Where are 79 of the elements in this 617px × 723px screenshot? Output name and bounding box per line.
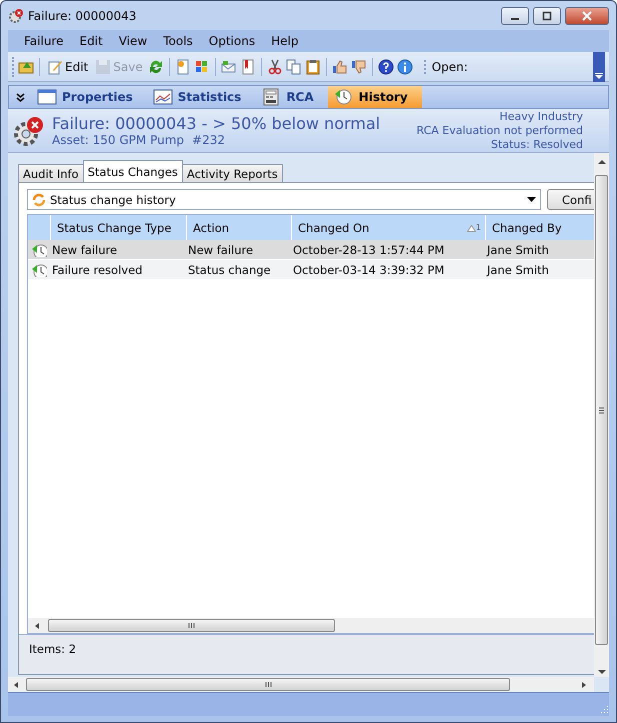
info-text: Status: Resolved — [491, 138, 583, 152]
scroll-thumb[interactable] — [595, 175, 608, 645]
collapse-icon[interactable] — [16, 92, 24, 102]
table-cell-text: Jane Smith — [485, 262, 550, 278]
save-icon — [95, 58, 112, 74]
edit-icon — [47, 58, 63, 74]
calculator-icon — [261, 88, 282, 106]
toolbar-overflow-button[interactable] — [593, 52, 605, 82]
asset-number: #232 — [192, 133, 225, 147]
nav-tab[interactable]: History — [328, 86, 422, 108]
info-icon[interactable] — [396, 58, 413, 74]
scroll-down-icon[interactable] — [596, 667, 606, 677]
menu-item[interactable]: Edit — [71, 34, 111, 48]
table-cell-text: New failure — [187, 242, 254, 258]
close-button[interactable] — [565, 6, 609, 24]
scissors-icon[interactable] — [266, 58, 283, 74]
info-text: Heavy Industry — [499, 110, 583, 124]
table-row[interactable]: Failure resolved Status change October-03-14 3:39:32 PM Jane Smith — [28, 260, 594, 280]
toolbar-button[interactable]: Edit — [45, 58, 90, 74]
table-cell-text: Jane Smith — [485, 242, 550, 258]
table-cell-text: New failure — [51, 242, 118, 258]
menu-item[interactable]: View — [110, 34, 156, 48]
bookmark-icon[interactable] — [240, 58, 256, 74]
table-cell-text: Failure resolved — [51, 262, 144, 278]
tab[interactable]: Audit Info — [18, 164, 84, 182]
asset-label: Asset: 150 GPM Pump — [52, 133, 184, 147]
sort-order: 1 — [476, 223, 481, 232]
dropdown-arrow-icon — [527, 197, 536, 202]
scroll-thumb[interactable] — [48, 619, 335, 632]
table-row[interactable]: New failure New failure October-28-13 1:57:44 PM Jane Smith — [28, 240, 594, 260]
open-label: Open: — [424, 60, 590, 74]
menu-item[interactable]: Options — [200, 34, 264, 48]
failure-title: Failure: 00000043 - > 50% below normal — [52, 114, 382, 133]
maximize-button[interactable] — [533, 6, 561, 24]
document-icon[interactable] — [174, 58, 191, 74]
nav-tab[interactable]: RCA — [255, 86, 328, 108]
minimize-icon — [511, 18, 519, 20]
grip-icon — [188, 622, 195, 629]
thumbs-up-icon[interactable] — [332, 58, 348, 74]
config-button[interactable]: Confi — [547, 189, 594, 210]
info-text: RCA Evaluation not performed — [416, 124, 583, 138]
nav-tab[interactable]: Statistics — [146, 86, 256, 108]
items-count: Items: 2 — [29, 642, 76, 656]
thumbs-down-icon[interactable] — [350, 58, 367, 74]
clock-icon — [31, 242, 47, 256]
clock-icon — [334, 88, 354, 106]
refresh-icon[interactable] — [148, 58, 164, 74]
chart-icon — [152, 88, 173, 106]
dropdown-arrow-icon — [595, 72, 603, 78]
scroll-up-icon[interactable] — [596, 157, 606, 167]
sort-icon — [466, 225, 476, 232]
grip-icon — [264, 681, 272, 688]
tab[interactable]: Activity Reports — [182, 164, 283, 182]
clipboard-icon[interactable] — [304, 58, 321, 74]
window-title: Failure: 00000043 — [28, 8, 138, 22]
copy-icon[interactable] — [286, 58, 302, 74]
minimize-button[interactable] — [501, 6, 529, 24]
envelope-icon[interactable] — [220, 58, 237, 74]
maximize-icon — [542, 10, 552, 20]
gear-error-icon — [8, 8, 24, 24]
grip-icon — [598, 406, 605, 414]
window-icon — [37, 88, 57, 106]
history-dropdown[interactable]: Status change history — [27, 189, 541, 210]
menu-item[interactable]: Failure — [16, 34, 72, 48]
table-cell-text: October-03-14 3:39:32 PM — [292, 262, 446, 278]
menu-item[interactable]: Help — [263, 34, 306, 48]
menu-item[interactable]: Tools — [155, 34, 201, 48]
vertical-scrollbar[interactable] — [594, 153, 609, 677]
table-cell-text: October-28-13 1:57:44 PM — [292, 242, 446, 258]
horizontal-scrollbar[interactable] — [28, 618, 594, 633]
refresh-icon — [32, 192, 46, 206]
help-icon[interactable] — [378, 58, 394, 74]
close-icon — [582, 10, 592, 20]
horizontal-scrollbar[interactable] — [8, 677, 594, 692]
nav-tab[interactable]: Properties — [31, 86, 147, 108]
tab[interactable]: Status Changes — [82, 160, 183, 182]
table-cell-text: Status change — [187, 262, 272, 278]
clock-icon — [31, 262, 47, 276]
scroll-thumb[interactable] — [26, 678, 510, 691]
